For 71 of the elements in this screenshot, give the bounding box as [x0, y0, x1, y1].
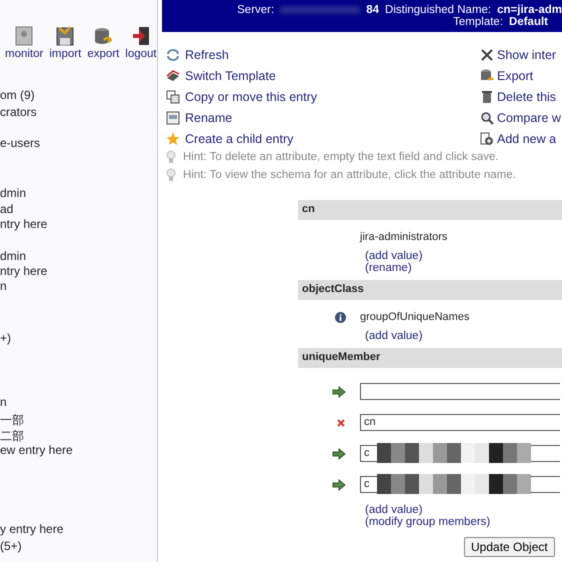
tree-item[interactable]: dmin [0, 249, 26, 263]
action-link[interactable]: Switch Template [185, 69, 276, 83]
input-field[interactable]: c [360, 445, 560, 462]
attribute-name[interactable]: uniqueMember [298, 348, 562, 368]
hint-text: Hint: To view the schema for an attribute, click the attribute name. [183, 169, 516, 181]
tree-item[interactable]: 二部 [0, 428, 24, 445]
link[interactable]: (add value) [365, 250, 562, 262]
info-icon[interactable] [335, 312, 346, 322]
action-link[interactable]: Copy or move this entry [185, 90, 317, 104]
link[interactable]: (modify group members) [365, 516, 562, 528]
template-value: Default [509, 16, 548, 28]
stack-icon [166, 69, 180, 83]
light-bulb-icon [166, 150, 176, 164]
magnifier-icon [480, 111, 494, 125]
input-field[interactable] [360, 383, 560, 400]
update-button[interactable]: Update Object [464, 537, 555, 557]
server-label: Server: [237, 4, 274, 16]
database-icon [94, 26, 112, 46]
tree-item[interactable]: y entry here [0, 522, 64, 536]
server-value: 84 [366, 4, 380, 16]
toolbar-button[interactable]: monitor [5, 26, 44, 60]
action-link[interactable]: Delete this [497, 90, 556, 104]
tree-item[interactable]: e-users [0, 136, 40, 150]
action-link[interactable]: Export [497, 69, 534, 83]
tree-item[interactable]: +) [0, 331, 12, 345]
template-label: Template: [453, 16, 504, 28]
arrow-icon[interactable] [332, 386, 346, 398]
tree-item[interactable]: om (9) [0, 88, 35, 102]
dn-value: cn=jira-adm [497, 4, 562, 16]
tree-item[interactable]: ntry here [0, 264, 48, 278]
light-bulb-icon [166, 168, 176, 182]
arrow-icon[interactable] [332, 478, 346, 490]
toolbar-button[interactable]: export [87, 26, 120, 60]
tree-item[interactable]: n [0, 279, 7, 293]
add-document-icon [480, 132, 494, 146]
tree-item[interactable]: dmin [0, 186, 26, 200]
tree-item[interactable]: ntry here [0, 217, 48, 231]
toolbar-button[interactable]: import [49, 26, 82, 60]
action-link[interactable]: Show inter [497, 48, 556, 62]
trash-icon [480, 90, 494, 104]
tree-item[interactable]: (5+) [0, 539, 22, 553]
action-link[interactable]: Add new a [497, 132, 556, 146]
database-icon [480, 69, 494, 83]
link[interactable]: (add value) [365, 330, 562, 342]
refresh-icon [166, 48, 180, 62]
rename-icon [166, 111, 180, 125]
dn-label: Distinguished Name: [385, 4, 492, 16]
tree-item[interactable]: 一部 [0, 412, 24, 429]
attribute-value: jira-administrators [360, 231, 448, 243]
action-link[interactable]: Compare w [497, 111, 561, 125]
action-link[interactable]: Rename [185, 111, 232, 125]
delete-icon[interactable] [336, 418, 346, 428]
toolbar-button[interactable]: logout [125, 26, 157, 60]
action-link[interactable]: Refresh [185, 48, 229, 62]
input-field[interactable]: cn [360, 414, 560, 431]
tree-item[interactable]: ew entry here [0, 443, 73, 457]
tree-item[interactable]: n [0, 395, 7, 409]
arrow-icon[interactable] [332, 448, 346, 460]
tree-item[interactable]: crators [0, 105, 37, 119]
attribute-name[interactable]: cn [298, 200, 562, 220]
star-icon [166, 132, 180, 146]
tree-item[interactable]: ad [0, 202, 14, 216]
attribute-name[interactable]: objectClass [298, 280, 562, 300]
attribute-value: groupOfUniqueNames [360, 311, 470, 323]
action-link[interactable]: Create a child entry [185, 132, 294, 146]
hint-text: Hint: To delete an attribute, empty the text field and click save. [183, 151, 499, 163]
link[interactable]: (add value) [365, 504, 562, 516]
input-field[interactable]: c [360, 476, 560, 493]
link[interactable]: (rename) [365, 262, 562, 274]
copy-icon [166, 90, 180, 104]
exit-door-icon [132, 26, 150, 46]
